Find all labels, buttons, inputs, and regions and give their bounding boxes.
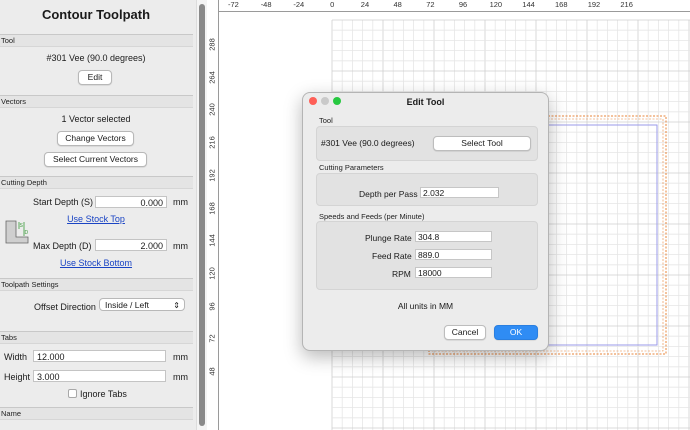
start-depth-unit: mm bbox=[173, 197, 188, 207]
ruler-tick-label: 96 bbox=[207, 301, 217, 311]
tool-group: #301 Vee (90.0 degrees) Select Tool bbox=[316, 126, 538, 161]
ruler-tick-label: 120 bbox=[207, 267, 217, 280]
feed-rate-input[interactable]: 889.0 bbox=[415, 249, 492, 260]
plunge-rate-label: Plunge Rate bbox=[365, 233, 412, 243]
ruler-tick-label: 216 bbox=[207, 136, 217, 149]
ruler-tick-label: 120 bbox=[489, 0, 503, 9]
offset-direction-select[interactable]: Inside / Left ⇕ bbox=[99, 298, 185, 311]
ruler-tick-label: 288 bbox=[207, 38, 217, 51]
section-header-tabs: Tabs bbox=[0, 331, 193, 344]
ruler-tick-label: -72 bbox=[228, 0, 239, 9]
ruler-tick-label: 48 bbox=[393, 0, 402, 9]
ruler-tick-label: 48 bbox=[207, 367, 217, 376]
start-depth-input[interactable]: 0.000 bbox=[95, 196, 167, 208]
ruler-tick-label: 192 bbox=[587, 0, 601, 9]
ruler-tick-label: 192 bbox=[207, 169, 217, 182]
cancel-button[interactable]: Cancel bbox=[444, 325, 486, 340]
dialog-titlebar[interactable]: Edit Tool bbox=[303, 93, 548, 111]
speeds-feeds-group: Plunge Rate 304.8 Feed Rate 889.0 RPM 18… bbox=[316, 221, 538, 290]
ruler-tick-label: 240 bbox=[207, 103, 217, 117]
cutting-depth-diagram-icon: S D bbox=[5, 220, 29, 244]
horizontal-ruler: -72 -48 -24 0 24 48 72 96 120 144 168 192 216 bbox=[207, 0, 690, 12]
ruler-tick-label: 24 bbox=[360, 0, 370, 9]
dialog-tool-name: #301 Vee (90.0 degrees) bbox=[321, 138, 415, 148]
diagram-d-label: D bbox=[25, 230, 29, 236]
tab-width-unit: mm bbox=[173, 352, 188, 362]
rpm-label: RPM bbox=[392, 269, 411, 279]
cutting-parameters-label: Cutting Parameters bbox=[319, 163, 384, 172]
max-depth-input[interactable]: 2.000 bbox=[95, 239, 167, 251]
use-stock-bottom-link[interactable]: Use Stock Bottom bbox=[0, 258, 192, 268]
cutting-parameters-group: Depth per Pass 2.032 bbox=[316, 173, 538, 206]
panel-scrollbar-thumb[interactable] bbox=[199, 4, 205, 426]
panel-title: Contour Toolpath bbox=[41, 7, 151, 22]
rpm-input[interactable]: 18000 bbox=[415, 267, 492, 278]
ignore-tabs-checkbox[interactable] bbox=[68, 389, 77, 398]
max-depth-unit: mm bbox=[173, 241, 188, 251]
ruler-tick-label: -48 bbox=[260, 0, 272, 9]
tab-height-label: Height bbox=[4, 372, 31, 382]
contour-toolpath-panel: Contour Toolpath Tool #301 Vee (90.0 deg… bbox=[0, 0, 196, 430]
panel-scrollbar[interactable] bbox=[196, 0, 207, 430]
section-header-tool: Tool bbox=[0, 34, 193, 47]
ok-button[interactable]: OK bbox=[494, 325, 538, 340]
start-depth-label: Start Depth (S) bbox=[33, 197, 94, 207]
speeds-feeds-label: Speeds and Feeds (per Minute) bbox=[319, 212, 425, 221]
depth-per-pass-label: Depth per Pass bbox=[359, 189, 418, 199]
ruler-tick-label: 0 bbox=[330, 0, 335, 9]
offset-direction-label: Offset Direction bbox=[34, 302, 96, 312]
ruler-tick-label: 168 bbox=[555, 0, 568, 9]
ruler-tick-label: 216 bbox=[620, 0, 633, 9]
edit-tool-button[interactable]: Edit bbox=[78, 70, 112, 85]
ruler-tick-label: 144 bbox=[522, 0, 535, 9]
tool-name-label: #301 Vee (90.0 degrees) bbox=[46, 53, 146, 63]
section-header-cutting-depth: Cutting Depth bbox=[0, 176, 193, 189]
chevron-updown-icon: ⇕ bbox=[173, 301, 180, 310]
tab-height-unit: mm bbox=[173, 372, 188, 382]
tab-height-input[interactable]: 3.000 bbox=[33, 370, 166, 382]
ruler-tick-label: 72 bbox=[426, 0, 435, 9]
tab-width-label: Width bbox=[4, 352, 28, 362]
ruler-tick-label: 264 bbox=[207, 70, 217, 84]
section-header-toolpath-settings: Toolpath Settings bbox=[0, 278, 193, 291]
change-vectors-button[interactable]: Change Vectors bbox=[57, 131, 134, 146]
select-current-vectors-button[interactable]: Select Current Vectors bbox=[44, 152, 147, 167]
diagram-s-label: S bbox=[20, 223, 24, 229]
offset-direction-value: Inside / Left bbox=[105, 300, 149, 310]
edit-tool-dialog: Edit Tool Tool #301 Vee (90.0 degrees) S… bbox=[302, 92, 549, 351]
vertical-ruler: 288 264 240 216 192 168 144 120 96 72 48 bbox=[207, 0, 219, 430]
tab-width-input[interactable]: 12.000 bbox=[33, 350, 166, 362]
depth-per-pass-input[interactable]: 2.032 bbox=[420, 187, 499, 198]
ruler-tick-label: 144 bbox=[207, 234, 217, 247]
select-tool-button[interactable]: Select Tool bbox=[433, 136, 531, 151]
ruler-tick-label: 168 bbox=[207, 201, 217, 215]
ruler-tick-label: 96 bbox=[458, 0, 468, 9]
dialog-title: Edit Tool bbox=[406, 97, 445, 107]
ruler-tick-label: -24 bbox=[293, 0, 305, 9]
plunge-rate-input[interactable]: 304.8 bbox=[415, 231, 492, 242]
max-depth-label: Max Depth (D) bbox=[33, 241, 92, 251]
section-header-vectors: Vectors bbox=[0, 95, 193, 108]
ruler-tick-label: 72 bbox=[207, 334, 217, 343]
units-note: All units in MM bbox=[397, 301, 454, 311]
tool-group-label: Tool bbox=[319, 116, 333, 125]
section-header-name: Name bbox=[0, 407, 193, 420]
ignore-tabs-label: Ignore Tabs bbox=[80, 389, 127, 399]
feed-rate-label: Feed Rate bbox=[372, 251, 412, 261]
vector-selection-status: 1 Vector selected bbox=[61, 114, 131, 124]
